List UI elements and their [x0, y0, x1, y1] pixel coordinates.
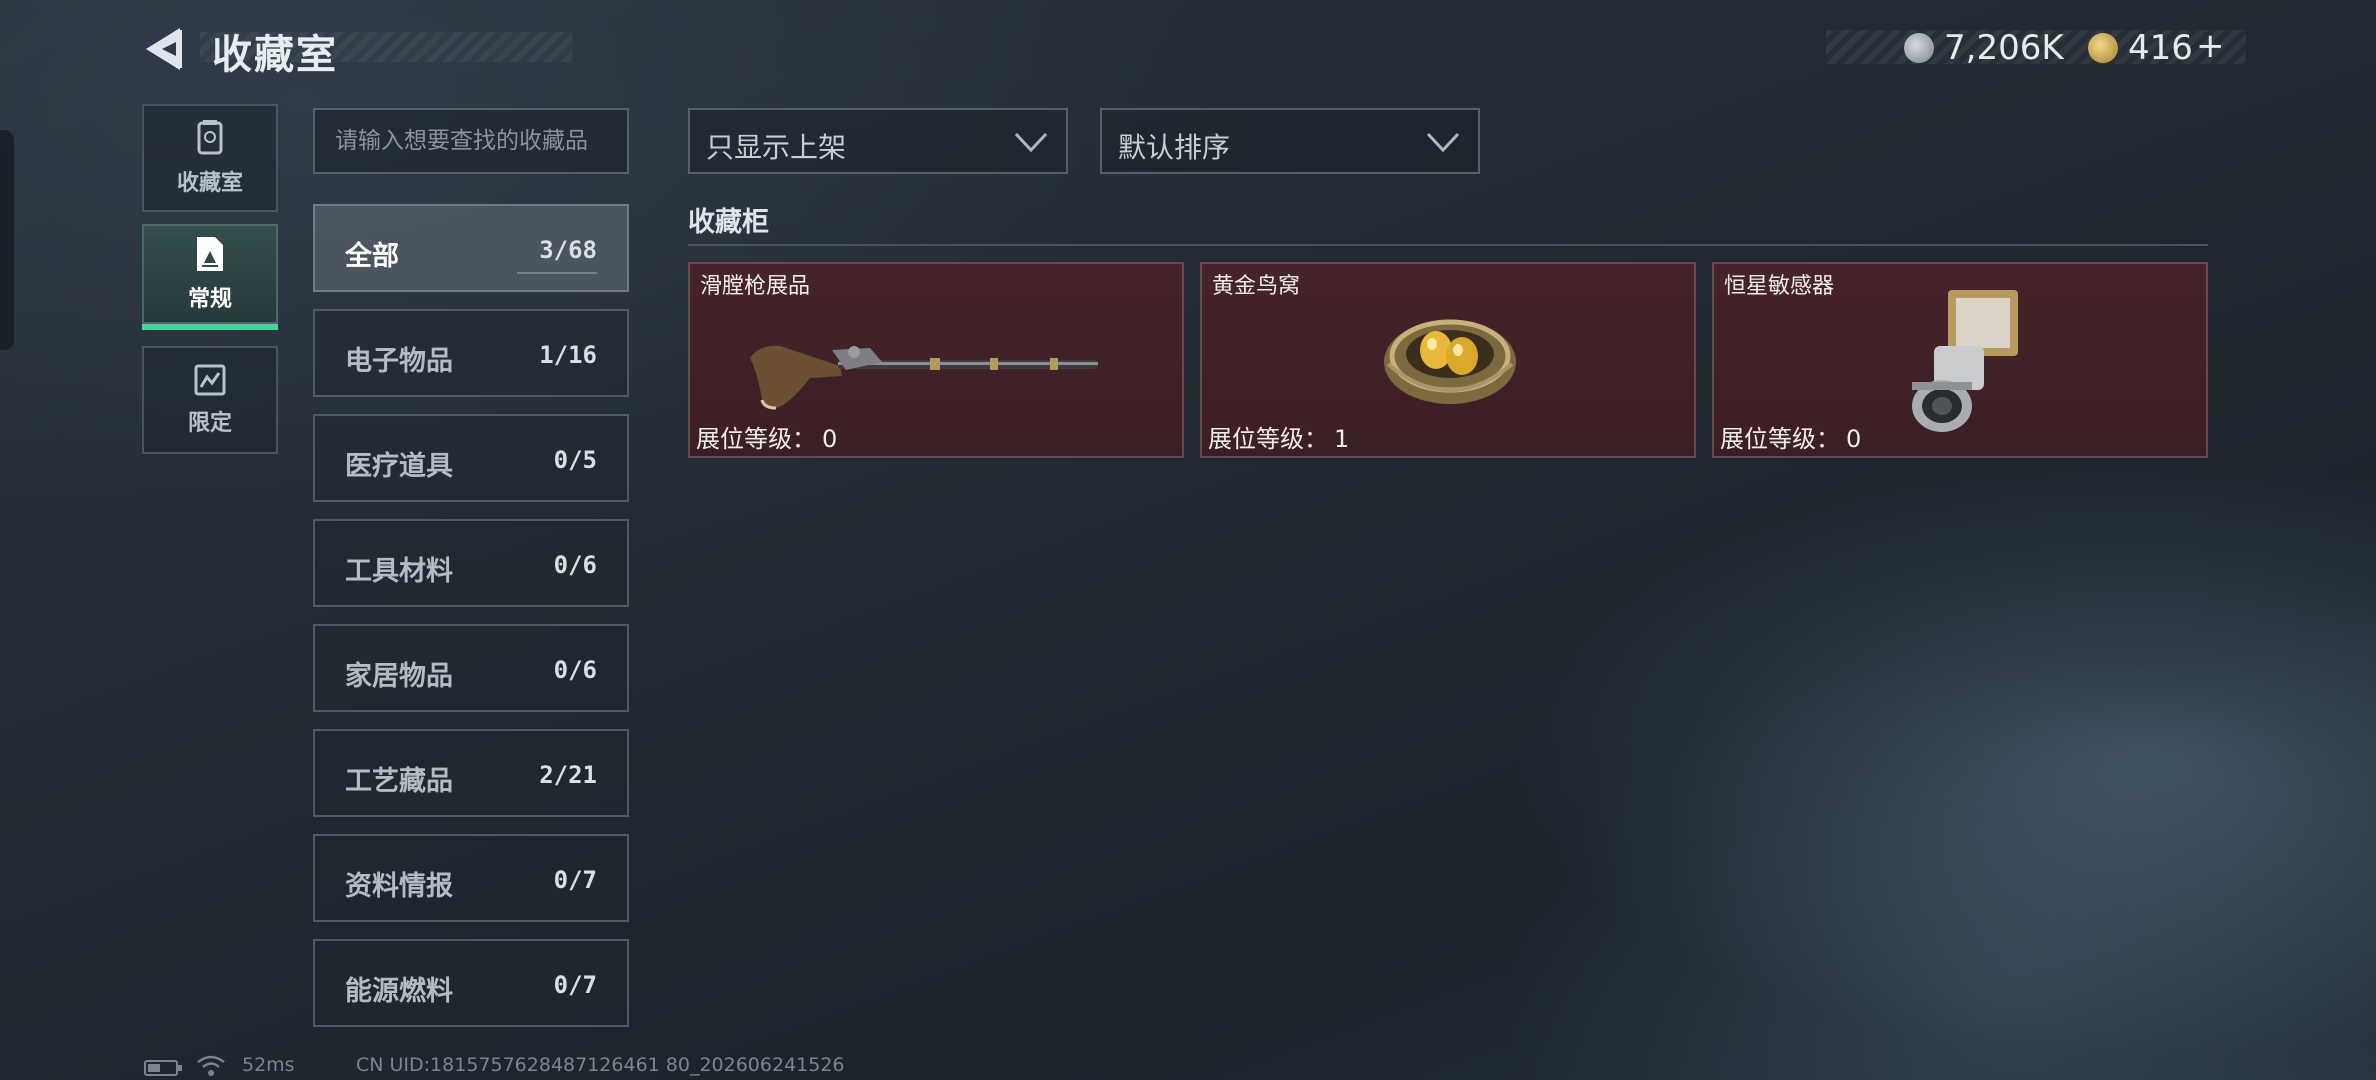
chevron-down-icon	[1014, 132, 1048, 153]
shelf-filter-value: 只显示上架	[706, 131, 847, 164]
edge-handle[interactable]	[0, 130, 14, 350]
section-divider	[688, 244, 2208, 246]
back-button[interactable]	[140, 24, 190, 74]
category-item-medical[interactable]: 医疗道具 0/5	[313, 414, 629, 502]
display-level-label: 展位等级：	[1208, 425, 1328, 453]
star-sensor-icon	[1912, 290, 2018, 432]
wifi-icon	[197, 1055, 225, 1076]
sort-order-value: 默认排序	[1118, 131, 1231, 164]
battery-icon	[144, 1060, 182, 1076]
category-item-tools[interactable]: 工具材料 0/6	[313, 519, 629, 607]
category-name: 工具材料	[345, 556, 453, 587]
collection-search-input[interactable]	[313, 108, 629, 174]
count-underline	[517, 272, 597, 274]
cabinet-section-title: 收藏柜	[688, 207, 769, 238]
uid-text: CN UID:1815757628487126461 80_2026062415…	[356, 1054, 845, 1076]
ping-value: 52ms	[242, 1054, 295, 1076]
rail-item-collection-room[interactable]: 收藏室	[142, 104, 278, 212]
category-name: 医疗道具	[345, 451, 453, 482]
shelf-filter-dropdown[interactable]: 只显示上架	[688, 108, 1068, 174]
category-item-electronics[interactable]: 电子物品 1/16	[313, 309, 629, 397]
musket-icon	[750, 345, 1098, 410]
collection-room-icon	[197, 120, 223, 155]
category-count: 3/68	[539, 236, 597, 264]
chevron-down-icon	[1426, 132, 1460, 153]
category-count: 0/7	[553, 866, 597, 894]
category-count: 2/21	[539, 761, 597, 789]
sort-order-dropdown[interactable]: 默认排序	[1100, 108, 1480, 174]
display-level-value: 0	[822, 425, 838, 453]
rail-item-label: 常规	[187, 287, 232, 312]
category-name: 工艺藏品	[345, 766, 453, 797]
category-name: 能源燃料	[345, 976, 453, 1007]
collectible-name: 滑膛枪展品	[700, 274, 811, 299]
collectible-card[interactable]: 恒星敏感器 展位等级： 0	[1712, 262, 2208, 458]
category-item-fuel[interactable]: 能源燃料 0/7	[313, 939, 629, 1027]
display-level-label: 展位等级：	[696, 425, 816, 453]
display-level-value: 1	[1334, 425, 1350, 453]
rail-item-label: 收藏室	[176, 171, 243, 196]
regular-icon	[197, 237, 223, 271]
category-count: 0/6	[553, 656, 597, 684]
gold-coin-icon	[2088, 33, 2118, 63]
category-item-household[interactable]: 家居物品 0/6	[313, 624, 629, 712]
collectible-name: 恒星敏感器	[1724, 274, 1835, 299]
page-title: 收藏室	[212, 32, 338, 78]
collectible-name: 黄金鸟窝	[1212, 274, 1301, 299]
back-arrow-icon	[146, 28, 182, 70]
display-level-label: 展位等级：	[1720, 425, 1840, 453]
golden-nest-icon	[1384, 319, 1516, 404]
category-count: 0/6	[553, 551, 597, 579]
collectible-card[interactable]: 黄金鸟窝 展位等级： 1	[1200, 262, 1696, 458]
category-name: 全部	[345, 241, 399, 272]
display-level: 展位等级： 0	[1720, 419, 1861, 454]
gold-currency-amount: 416	[2128, 28, 2193, 68]
category-item-all[interactable]: 全部 3/68	[313, 204, 629, 292]
add-currency-button[interactable]: +	[2196, 26, 2225, 66]
category-count: 1/16	[539, 341, 597, 369]
category-count: 0/7	[553, 971, 597, 999]
rail-item-label: 限定	[187, 411, 232, 436]
rail-item-limited[interactable]: 限定	[142, 346, 278, 454]
category-count: 0/5	[553, 446, 597, 474]
category-name: 电子物品	[345, 346, 453, 377]
active-tab-indicator	[142, 324, 278, 330]
display-level: 展位等级： 1	[1208, 419, 1349, 454]
category-item-crafts[interactable]: 工艺藏品 2/21	[313, 729, 629, 817]
category-name: 家居物品	[345, 661, 453, 692]
silver-coin-icon	[1904, 33, 1934, 63]
rail-item-regular[interactable]: 常规	[142, 224, 278, 324]
display-level: 展位等级： 0	[696, 419, 837, 454]
silver-currency-amount: 7,206K	[1944, 28, 2064, 68]
display-level-value: 0	[1846, 425, 1862, 453]
category-item-intel[interactable]: 资料情报 0/7	[313, 834, 629, 922]
collectible-card[interactable]: 滑膛枪展品 展位等级： 0	[688, 262, 1184, 458]
limited-icon	[194, 364, 226, 396]
category-name: 资料情报	[345, 871, 453, 902]
